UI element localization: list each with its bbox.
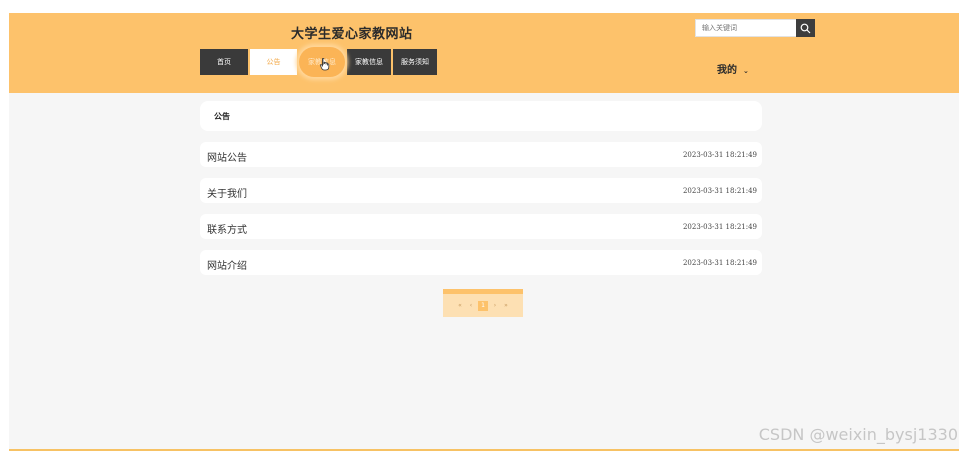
search-button[interactable] [796, 19, 815, 37]
first-page-button[interactable]: « [456, 301, 464, 311]
notice-row[interactable]: 网站公告 2023-03-31 18:21:49 [200, 142, 762, 167]
last-page-button[interactable]: » [502, 301, 510, 311]
notice-time: 2023-03-31 18:21:49 [682, 187, 757, 195]
notice-panel-header: 公告 [200, 101, 762, 131]
header: 大学生爱心家教网站 首页 公告 家教信息 家教信息 服务须知 我的 ⌄ [9, 13, 959, 93]
nav-tutor-info[interactable]: 家教信息 [347, 49, 391, 75]
search-icon [800, 23, 811, 33]
nav-service-notes[interactable]: 服务须知 [393, 49, 437, 75]
notice-row[interactable]: 联系方式 2023-03-31 18:21:49 [200, 214, 762, 239]
next-page-button[interactable]: › [491, 301, 499, 311]
notice-title[interactable]: 网站公告 [207, 149, 247, 164]
search-input[interactable] [695, 19, 809, 37]
nav-home[interactable]: 首页 [200, 49, 248, 75]
current-page-button[interactable]: 1 [478, 300, 488, 311]
site-title: 大学生爱心家教网站 [291, 27, 413, 42]
notice-title[interactable]: 关于我们 [207, 185, 247, 200]
prev-page-button[interactable]: ‹ [467, 301, 475, 311]
notice-time: 2023-03-31 18:21:49 [682, 151, 757, 159]
page: 大学生爱心家教网站 首页 公告 家教信息 家教信息 服务须知 我的 ⌄ 公告 [9, 13, 959, 451]
notice-time: 2023-03-31 18:21:49 [682, 259, 757, 267]
pagination: « ‹ 1 › » [443, 289, 523, 317]
main-nav: 首页 公告 家教信息 家教信息 服务须知 [200, 47, 439, 77]
nav-tutor-info-hover[interactable]: 家教信息 [299, 47, 345, 77]
hand-cursor-icon [320, 58, 330, 71]
notice-title[interactable]: 网站介绍 [207, 257, 247, 272]
notice-title[interactable]: 联系方式 [207, 221, 247, 236]
notice-time: 2023-03-31 18:21:49 [682, 223, 757, 231]
watermark: CSDN @weixin_bysj1330 [758, 425, 958, 444]
my-account-menu[interactable]: 我的 ⌄ [717, 61, 749, 76]
notice-row[interactable]: 关于我们 2023-03-31 18:21:49 [200, 178, 762, 203]
my-account-label: 我的 [717, 65, 737, 76]
notice-row[interactable]: 网站介绍 2023-03-31 18:21:49 [200, 250, 762, 275]
notice-panel-title: 公告 [214, 112, 230, 121]
nav-notice[interactable]: 公告 [250, 49, 297, 75]
chevron-down-icon: ⌄ [743, 67, 749, 75]
